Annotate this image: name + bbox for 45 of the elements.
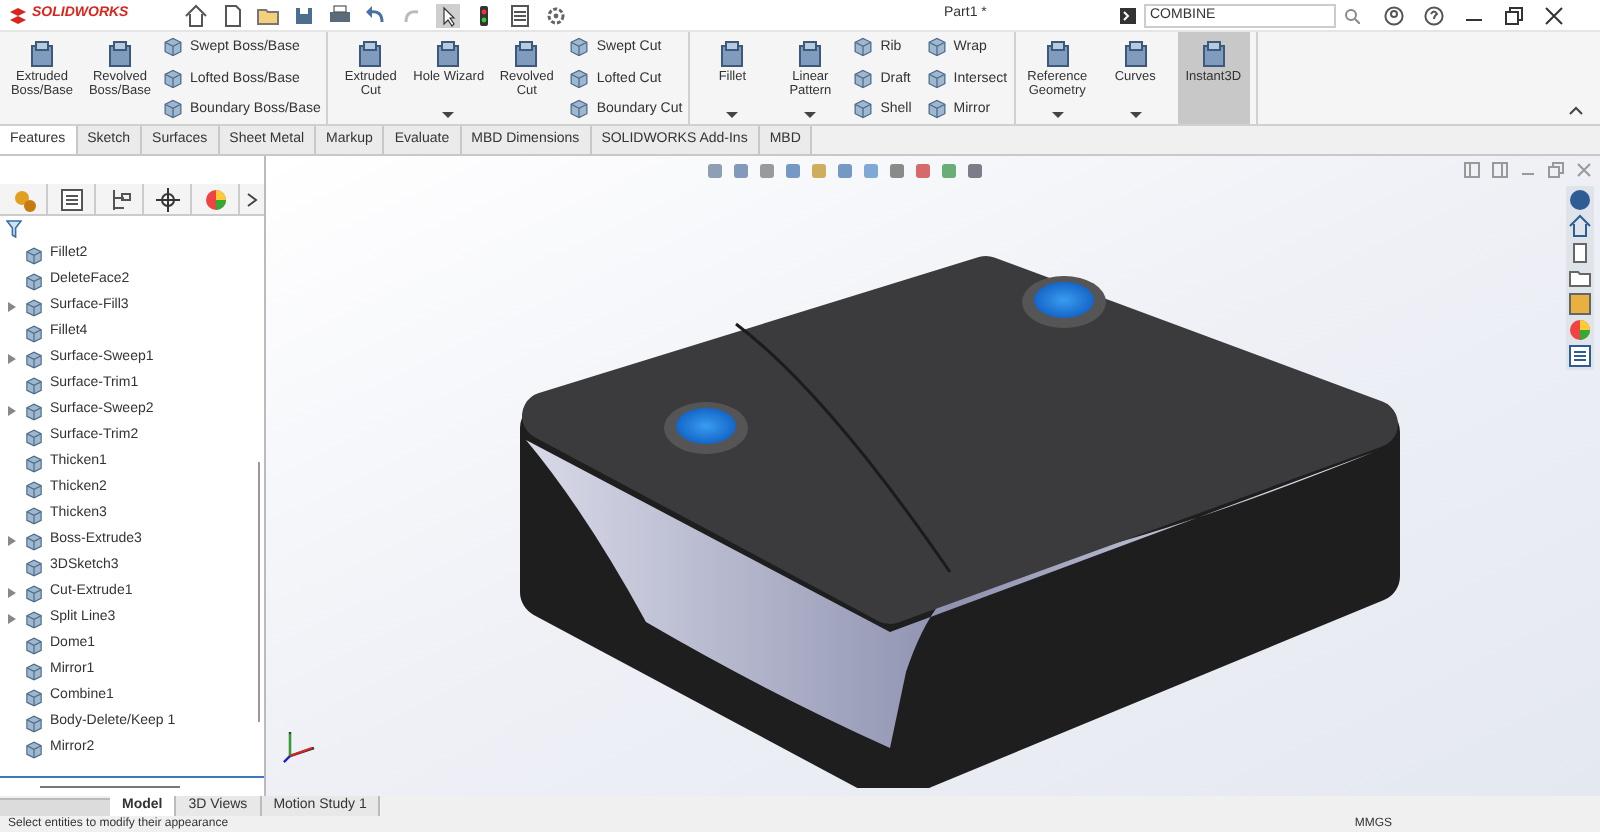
scrollbar-thumb[interactable] [40, 786, 180, 788]
hierarchy-icon[interactable] [107, 187, 131, 211]
expand-arrow-icon[interactable] [8, 406, 16, 416]
tab-scroll-bar[interactable] [0, 798, 110, 816]
new-document-icon[interactable] [220, 3, 244, 27]
undo-icon[interactable] [364, 3, 388, 27]
expand-arrow-icon[interactable] [8, 354, 16, 364]
scrollbar-thumb[interactable] [258, 462, 260, 722]
print-icon[interactable] [328, 3, 352, 27]
filter-icon[interactable] [6, 220, 22, 238]
help-icon[interactable] [1424, 5, 1444, 25]
expand-arrow-icon[interactable] [8, 614, 16, 624]
logo-icon [8, 5, 28, 25]
caret-icon [1049, 110, 1066, 120]
caret-icon [802, 110, 819, 120]
expand-arrow-icon[interactable] [8, 588, 16, 598]
options-list-icon[interactable] [508, 3, 532, 27]
axis-triad-icon [282, 728, 318, 764]
globe-icon[interactable] [1568, 188, 1592, 212]
appearance-ball-icon[interactable] [203, 187, 227, 211]
tile-left-icon[interactable] [1464, 162, 1480, 178]
search-icon[interactable] [1344, 7, 1360, 23]
caret-icon [1127, 110, 1144, 120]
caret-icon [440, 110, 457, 120]
tree-list-icon[interactable] [59, 187, 83, 211]
cursor-icon[interactable] [436, 3, 460, 27]
expand-arrow-icon[interactable] [8, 302, 16, 312]
expand-arrow-icon[interactable] [8, 536, 16, 546]
home-icon[interactable] [184, 3, 208, 27]
open-folder-icon[interactable] [256, 3, 280, 27]
crosshair-icon[interactable] [155, 187, 179, 211]
gears-icon[interactable] [11, 187, 35, 211]
chevron-icon[interactable] [246, 191, 258, 207]
tile-right-icon[interactable] [1492, 162, 1508, 178]
settings-icon[interactable] [544, 3, 568, 27]
list-icon[interactable] [1568, 344, 1592, 368]
restore-icon[interactable] [1504, 5, 1524, 25]
collapse-icon[interactable] [1568, 106, 1584, 116]
folder-icon[interactable] [1568, 266, 1592, 290]
caret-icon [724, 110, 741, 120]
appearance-ball-icon[interactable] [1568, 318, 1592, 342]
close-icon[interactable] [1544, 5, 1564, 25]
save-icon[interactable] [292, 3, 316, 27]
home-icon[interactable] [1568, 214, 1592, 238]
user-icon[interactable] [1384, 5, 1404, 25]
